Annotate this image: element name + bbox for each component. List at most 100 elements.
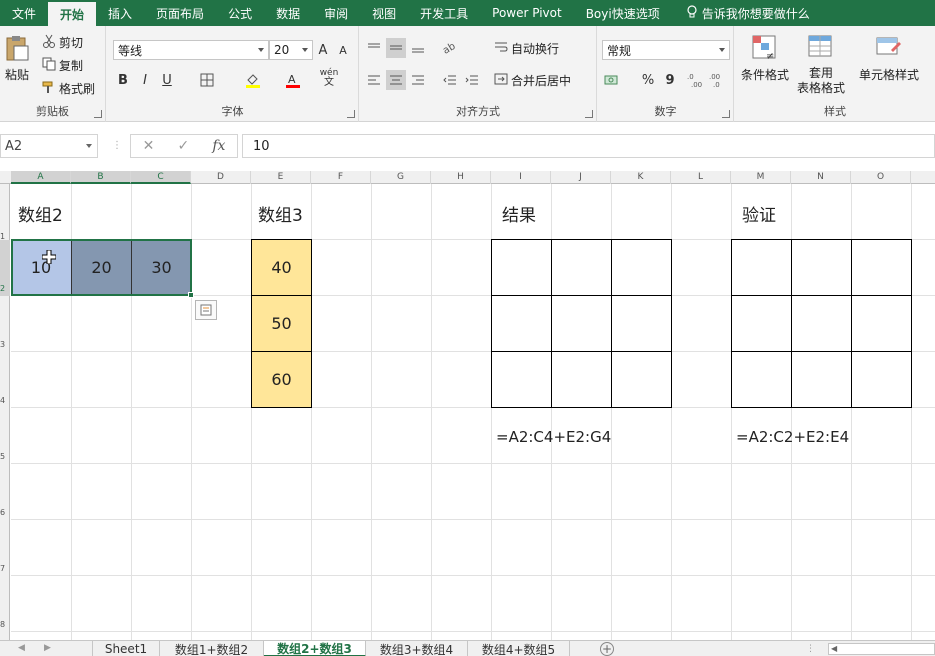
verify-cell[interactable]: [851, 295, 912, 352]
more-options-icon[interactable]: ⋮: [806, 644, 815, 654]
increase-font-size-icon[interactable]: A: [313, 40, 333, 60]
horizontal-scrollbar[interactable]: ◀: [828, 643, 935, 655]
column-header-m[interactable]: M: [731, 171, 791, 184]
tab-developer[interactable]: 开发工具: [408, 0, 480, 26]
verify-cell[interactable]: [731, 239, 792, 296]
cell-e4[interactable]: 60: [251, 351, 312, 408]
column-header-k[interactable]: K: [611, 171, 671, 184]
increase-decimal-icon[interactable]: .0.00: [686, 70, 706, 90]
insert-function-button[interactable]: fx: [212, 138, 225, 154]
column-header-l[interactable]: L: [671, 171, 731, 184]
underline-button[interactable]: U: [157, 70, 177, 90]
result-cell[interactable]: [491, 239, 552, 296]
column-header-a[interactable]: A: [11, 171, 71, 184]
cell-e3[interactable]: 50: [251, 295, 312, 352]
verify-cell[interactable]: [851, 351, 912, 408]
result-cell[interactable]: [491, 295, 552, 352]
decrease-indent-icon[interactable]: [440, 70, 460, 90]
italic-button[interactable]: I: [135, 70, 155, 90]
font-size-select[interactable]: 20: [269, 40, 313, 60]
scroll-left-icon[interactable]: ◀: [831, 644, 837, 653]
align-center-icon[interactable]: [386, 70, 406, 90]
add-sheet-icon[interactable]: +: [600, 642, 614, 656]
column-header-i[interactable]: I: [491, 171, 551, 184]
row-header-8[interactable]: 8: [0, 620, 10, 629]
prev-sheet-icon[interactable]: ◀: [18, 643, 25, 653]
row-header-4[interactable]: 4: [0, 396, 10, 405]
fill-handle[interactable]: [188, 292, 194, 298]
tab-boyi[interactable]: Boyi快速选项: [574, 0, 672, 26]
wrap-text-button[interactable]: 自动换行: [494, 40, 559, 57]
column-header-g[interactable]: G: [371, 171, 431, 184]
row-header-5[interactable]: 5: [0, 452, 10, 461]
quick-analysis-icon[interactable]: [195, 300, 217, 320]
comma-style-button[interactable]: 9: [660, 70, 680, 90]
result-cell[interactable]: [611, 295, 672, 352]
tab-page-layout[interactable]: 页面布局: [144, 0, 216, 26]
align-bottom-icon[interactable]: [408, 38, 428, 58]
result-cell[interactable]: [611, 239, 672, 296]
cell-a1[interactable]: 数组2: [18, 201, 63, 226]
increase-indent-icon[interactable]: [462, 70, 482, 90]
column-header-b[interactable]: B: [71, 171, 131, 184]
bold-button[interactable]: B: [113, 70, 133, 90]
result-cell[interactable]: [551, 239, 612, 296]
font-launcher-icon[interactable]: [347, 110, 355, 118]
align-right-icon[interactable]: [408, 70, 428, 90]
merge-center-button[interactable]: 合并后居中: [494, 72, 571, 89]
number-format-select[interactable]: 常规: [602, 40, 730, 60]
tab-home[interactable]: 开始: [48, 2, 97, 26]
decrease-decimal-icon[interactable]: .00.0: [708, 70, 728, 90]
cut-button[interactable]: 剪切: [42, 34, 83, 51]
tab-review[interactable]: 审阅: [312, 0, 360, 26]
column-header-f[interactable]: F: [311, 171, 371, 184]
sheet-tab-array34[interactable]: 数组3+数组4: [366, 641, 468, 656]
row-header-3[interactable]: 3: [0, 340, 10, 349]
cell-m1[interactable]: 验证: [742, 201, 776, 226]
verify-cell[interactable]: [731, 351, 792, 408]
result-cell[interactable]: [611, 351, 672, 408]
tab-formulas[interactable]: 公式: [216, 0, 264, 26]
cell-m5[interactable]: =A2:C2+E2:E4: [736, 428, 849, 446]
tab-data[interactable]: 数据: [264, 0, 312, 26]
enter-icon[interactable]: ✓: [177, 138, 189, 154]
orientation-icon[interactable]: ab: [440, 38, 460, 58]
column-header-h[interactable]: H: [431, 171, 491, 184]
borders-icon[interactable]: [197, 70, 217, 90]
font-name-select[interactable]: 等线: [113, 40, 269, 60]
tab-insert[interactable]: 插入: [96, 0, 144, 26]
align-left-icon[interactable]: [364, 70, 384, 90]
result-cell[interactable]: [491, 351, 552, 408]
format-painter-button[interactable]: 格式刷: [42, 80, 95, 97]
sheet-tab-sheet1[interactable]: Sheet1: [92, 641, 160, 656]
row-header-7[interactable]: 7: [0, 564, 10, 573]
cell-e2[interactable]: 40: [251, 239, 312, 296]
formula-input[interactable]: 10: [242, 134, 935, 158]
result-cell[interactable]: [551, 351, 612, 408]
verify-cell[interactable]: [791, 239, 852, 296]
copy-button[interactable]: 复制: [42, 57, 83, 74]
format-as-table-button[interactable]: 套用 表格格式: [797, 34, 845, 96]
paste-button[interactable]: 粘贴: [4, 34, 30, 83]
name-box[interactable]: A2: [0, 134, 98, 158]
sheet-tab-array12[interactable]: 数组1+数组2: [160, 641, 264, 656]
verify-cell[interactable]: [791, 295, 852, 352]
verify-cell[interactable]: [731, 295, 792, 352]
column-header-e[interactable]: E: [251, 171, 311, 184]
cell-i5[interactable]: =A2:C4+E2:G4: [496, 428, 611, 446]
clipboard-launcher-icon[interactable]: [94, 110, 102, 118]
tab-view[interactable]: 视图: [360, 0, 408, 26]
column-header-j[interactable]: J: [551, 171, 611, 184]
font-color-icon[interactable]: A: [283, 70, 303, 90]
percent-button[interactable]: %: [638, 70, 658, 90]
next-sheet-icon[interactable]: ▶: [44, 643, 51, 653]
cell-styles-button[interactable]: 单元格样式: [859, 34, 919, 83]
accounting-format-icon[interactable]: [602, 70, 622, 90]
decrease-font-size-icon[interactable]: A: [333, 40, 353, 60]
column-header-n[interactable]: N: [791, 171, 851, 184]
sheet-tab-array23[interactable]: 数组2+数组3: [264, 641, 366, 656]
phonetic-guide-icon[interactable]: wén 文: [319, 68, 339, 88]
cancel-icon[interactable]: ✕: [143, 138, 155, 154]
fill-color-icon[interactable]: [243, 70, 263, 90]
row-header-6[interactable]: 6: [0, 508, 10, 517]
